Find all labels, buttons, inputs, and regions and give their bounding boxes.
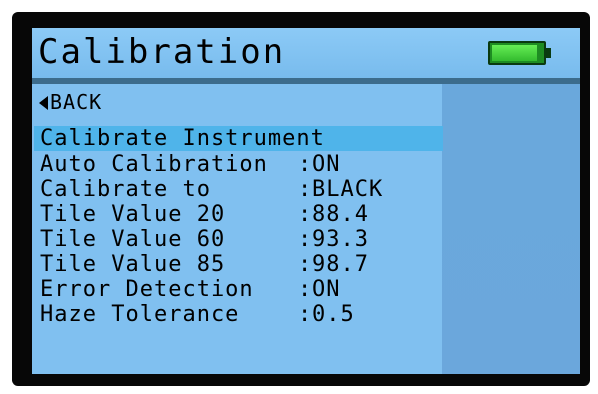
setting-label: Haze Tolerance — [40, 302, 240, 327]
menu-item-tile-value-85[interactable]: Tile Value 85 : 98.7 — [32, 252, 442, 277]
battery-level-fill — [492, 45, 537, 61]
menu-item-label: Calibrate Instrument — [40, 126, 325, 151]
setting-label: Tile Value 85 — [40, 252, 226, 277]
page-title: Calibration — [38, 32, 286, 72]
setting-value: 88.4 — [312, 202, 369, 227]
setting-value: ON — [312, 152, 341, 177]
battery-icon — [488, 41, 546, 65]
setting-value: 98.7 — [312, 252, 369, 277]
setting-label: Calibrate to — [40, 177, 211, 202]
setting-label: Error Detection — [40, 277, 254, 302]
menu-item-auto-calibration[interactable]: Auto Calibration : ON — [32, 152, 442, 177]
menu-item-tile-value-20[interactable]: Tile Value 20 : 88.4 — [32, 202, 442, 227]
menu-item-haze-tolerance[interactable]: Haze Tolerance : 0.5 — [32, 302, 442, 327]
setting-label: Tile Value 20 — [40, 202, 226, 227]
lcd-screen: Calibration BACK Calibrate Instrument Au… — [32, 28, 580, 374]
right-panel — [442, 84, 580, 374]
menu-item-error-detection[interactable]: Error Detection : ON — [32, 277, 442, 302]
setting-label: Tile Value 60 — [40, 227, 226, 252]
setting-separator: : — [298, 252, 313, 277]
menu-item-calibrate-to[interactable]: Calibrate to : BLACK — [32, 177, 442, 202]
setting-value: 93.3 — [312, 227, 369, 252]
setting-separator: : — [298, 177, 313, 202]
setting-separator: : — [298, 227, 313, 252]
back-arrow-icon — [39, 96, 48, 110]
header-bar: Calibration — [32, 28, 580, 78]
battery-terminal — [546, 48, 551, 58]
setting-separator: : — [298, 277, 313, 302]
setting-value: BLACK — [312, 177, 384, 202]
setting-label: Auto Calibration — [40, 152, 268, 177]
setting-separator: : — [298, 302, 313, 327]
setting-value: ON — [312, 277, 341, 302]
setting-separator: : — [298, 202, 313, 227]
back-label: BACK — [50, 90, 103, 114]
settings-menu: Calibrate Instrument Auto Calibration : … — [32, 126, 443, 327]
menu-item-tile-value-60[interactable]: Tile Value 60 : 93.3 — [32, 227, 442, 252]
menu-item-calibrate-instrument[interactable]: Calibrate Instrument — [34, 126, 443, 151]
back-button[interactable]: BACK — [39, 90, 102, 114]
setting-value: 0.5 — [312, 302, 355, 327]
setting-separator: : — [298, 152, 313, 177]
